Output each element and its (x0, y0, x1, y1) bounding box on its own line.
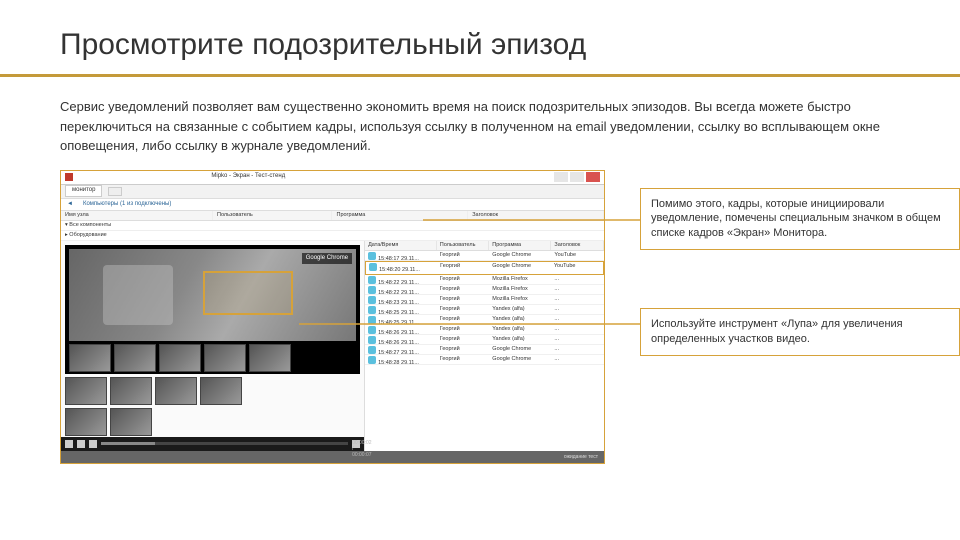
thumbnail (200, 377, 242, 405)
close-icon (586, 172, 600, 182)
thumbnail (69, 344, 111, 372)
list-item: 15:48:25 29.11...ГеоргийYandex (alfa)... (365, 315, 604, 325)
thumbnail-strip-3 (65, 408, 360, 436)
window-titlebar: Mipko - Экран - Тест-стенд (61, 171, 604, 185)
thumbnail (204, 344, 246, 372)
thumbnail (110, 377, 152, 405)
video-frame: Google Chrome (69, 249, 356, 341)
toolbar-button (108, 187, 122, 196)
thumbnail (110, 408, 152, 436)
callout-text-1: Помимо этого, кадры, которые инициировал… (651, 198, 941, 240)
toolbar-tab: монитор (65, 185, 102, 196)
list-item: 15:48:17 29.11...ГеоргийGoogle ChromeYou… (365, 251, 604, 261)
list-item: 15:48:25 29.11...ГеоргийYandex (alfa)... (365, 305, 604, 315)
list-item: 15:48:26 29.11...ГеоргийYandex (alfa)... (365, 335, 604, 345)
tree-label: ▸ Оборудование (61, 231, 111, 240)
list-item: 15:48:27 29.11...ГеоргийGoogle Chrome... (365, 345, 604, 355)
col-program: Программа (489, 241, 551, 250)
play-icon (65, 440, 73, 448)
progress-bar (101, 442, 348, 445)
intro-text: Сервис уведомлений позволяет вам существ… (60, 97, 900, 156)
window-title: Mipko - Экран - Тест-стенд (211, 173, 285, 180)
tree-row: ▸ Оборудование (61, 231, 604, 241)
list-item: 15:48:26 29.11...ГеоргийYandex (alfa)... (365, 325, 604, 335)
preview-app-label: Google Chrome (302, 253, 352, 264)
prev-icon (77, 440, 85, 448)
thumbnail (155, 377, 197, 405)
col-datetime: Дата/Время (365, 241, 437, 250)
callout-text-2: Используйте инструмент «Лупа» для увелич… (651, 318, 903, 345)
list-item: 15:48:22 29.11...ГеоргийMozilla Firefox.… (365, 285, 604, 295)
thumbnail (159, 344, 201, 372)
thumbnail (114, 344, 156, 372)
list-item: 15:48:23 29.11...ГеоргийMozilla Firefox.… (365, 295, 604, 305)
thumbnail-strip-2 (65, 377, 360, 405)
thumbnail (65, 408, 107, 436)
status-text: ожидание тест (564, 454, 598, 460)
col-host: Имя узла (61, 211, 213, 220)
col-title: Заголовок (468, 211, 604, 220)
app-icon (65, 173, 73, 181)
tree-label: ▾ Все компоненты (61, 221, 115, 230)
toolbar: монитор (61, 185, 604, 199)
col-title: Заголовок (551, 241, 604, 250)
callout-note-2: Используйте инструмент «Лупа» для увелич… (640, 308, 960, 356)
title-rule (60, 74, 900, 77)
frames-list-header: Дата/Время Пользователь Программа Заголо… (365, 241, 604, 251)
back-icon: ◄ (67, 201, 73, 208)
col-user: Пользователь (213, 211, 332, 220)
col-program: Программа (332, 211, 468, 220)
min-icon (554, 172, 568, 182)
magnifier-highlight (203, 271, 293, 315)
col-user: Пользователь (437, 241, 490, 250)
video-viewer: Google Chrome (61, 241, 365, 451)
thumbnail (249, 344, 291, 372)
callout-note-1: Помимо этого, кадры, которые инициировал… (640, 188, 960, 251)
tree-row: ▾ Все компоненты (61, 221, 604, 231)
list-item: 15:48:20 29.11...ГеоргийGoogle ChromeYou… (365, 261, 604, 275)
slide-title: Просмотрите подозрительный эпизод (60, 28, 900, 62)
timecode: 00:00:02 / 00:00:07 (352, 440, 360, 448)
grid-header: Имя узла Пользователь Программа Заголово… (61, 211, 604, 221)
max-icon (570, 172, 584, 182)
list-item: 15:48:22 29.11...ГеоргийMozilla Firefox.… (365, 275, 604, 285)
status-bar: ожидание тест (61, 451, 604, 463)
thumbnail (65, 377, 107, 405)
app-screenshot: Mipko - Экран - Тест-стенд монитор ◄ Ком… (60, 170, 605, 464)
list-item: 15:48:28 29.11...ГеоргийGoogle Chrome... (365, 355, 604, 365)
player-controls: 00:00:02 / 00:00:07 (61, 437, 364, 451)
thumbnail-strip (69, 344, 356, 372)
frames-list: Дата/Время Пользователь Программа Заголо… (365, 241, 604, 451)
breadcrumb-text: Компьютеры (1 из подключены) (83, 201, 171, 208)
next-icon (89, 440, 97, 448)
breadcrumb: ◄ Компьютеры (1 из подключены) (61, 199, 604, 211)
